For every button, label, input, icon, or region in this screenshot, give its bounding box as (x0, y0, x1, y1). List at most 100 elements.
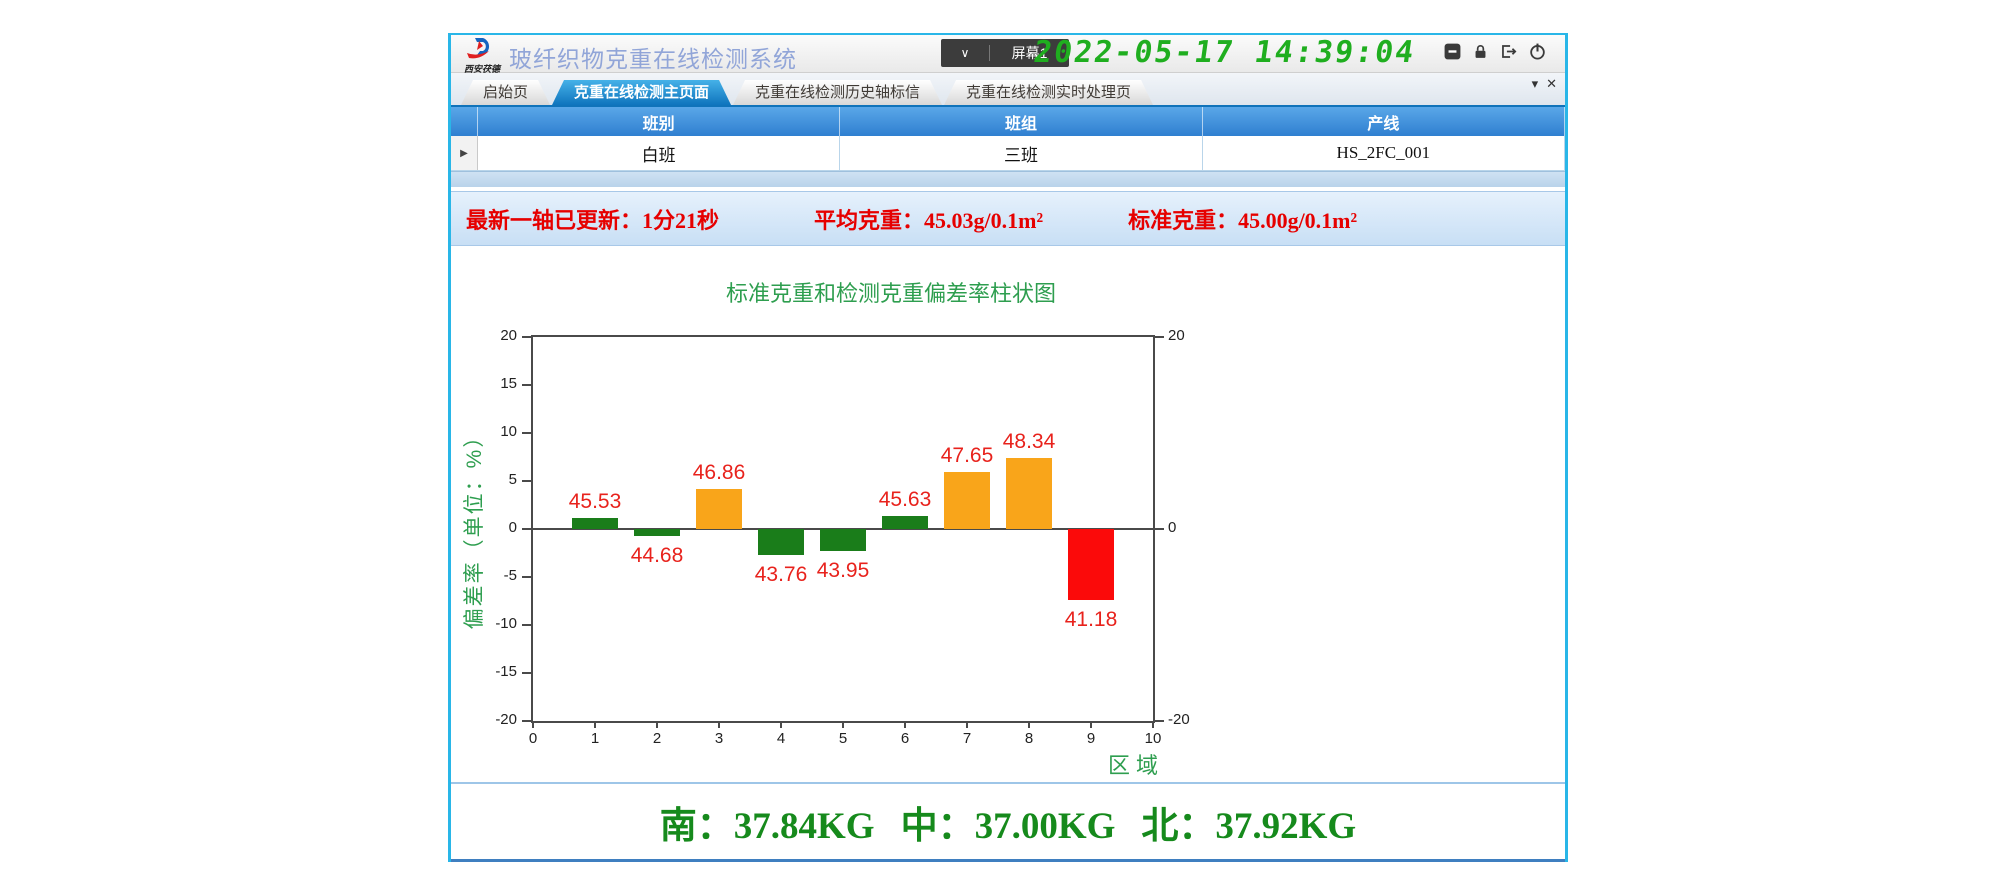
column-header-shift: 班别 (478, 107, 840, 136)
x-tick (1028, 721, 1030, 728)
x-tick-label: 2 (642, 730, 672, 747)
grid-header: 班别 班组 产线 (451, 107, 1565, 136)
y-tick-left (522, 480, 531, 482)
tab-realtime-page[interactable]: 克重在线检测实时处理页 (944, 80, 1153, 105)
status-standard-weight: 标准克重：45.00g/0.1m² (1128, 203, 1357, 235)
tab-start-page[interactable]: 启始页 (461, 80, 550, 105)
bar-chart-plot: 20151050-5-10-15-20200-2001234567891045.… (531, 335, 1155, 723)
x-tick (966, 721, 968, 728)
x-tick (780, 721, 782, 728)
company-logo-icon: 西安茯德 (459, 37, 505, 75)
row-selector-icon[interactable]: ▶ (451, 136, 478, 170)
y-tick-right (1155, 720, 1164, 722)
roll-weight-footer: 南：37.84KG 中：37.00KG 北：37.92KG (451, 782, 1565, 862)
grid-corner-cell (451, 107, 478, 136)
x-tick-label: 9 (1076, 730, 1106, 747)
bar-value-label: 45.53 (550, 490, 640, 514)
tab-dropdown-icon[interactable]: ▾ (1532, 76, 1539, 92)
y-tick-label-left: 0 (477, 519, 517, 536)
table-row[interactable]: ▶ 白班 三班 HS_2FC_001 (451, 136, 1565, 171)
y-tick-left (522, 384, 531, 386)
y-tick-label-left: 10 (477, 423, 517, 440)
column-header-team: 班组 (840, 107, 1202, 136)
cell-line: HS_2FC_001 (1203, 136, 1565, 170)
deviation-bar (696, 489, 742, 529)
y-tick-label-left: -15 (477, 663, 517, 680)
footer-north-weight: 北：37.92KG (1141, 795, 1356, 849)
bar-value-label: 45.63 (860, 488, 950, 512)
deviation-bar (1068, 529, 1114, 600)
column-header-line: 产线 (1203, 107, 1565, 136)
x-tick-label: 3 (704, 730, 734, 747)
footer-middle-weight: 中：37.00KG (901, 795, 1116, 849)
tab-bar: 启始页 克重在线检测主页面 克重在线检测历史轴标信 克重在线检测实时处理页 ▾ … (451, 73, 1565, 107)
x-tick-label: 8 (1014, 730, 1044, 747)
deviation-bar (820, 529, 866, 551)
title-bar: 西安茯德 玻纤织物克重在线检测系统 ∨ 屏幕1 2022-05-17 14:39… (451, 35, 1565, 73)
deviation-bar (634, 529, 680, 536)
x-tick-label: 0 (518, 730, 548, 747)
y-tick-left (522, 672, 531, 674)
x-tick (1090, 721, 1092, 728)
power-icon[interactable] (1528, 42, 1547, 61)
app-title: 玻纤织物克重在线检测系统 (509, 40, 797, 74)
y-tick-left (522, 576, 531, 578)
y-tick-label-right: 20 (1168, 327, 1208, 344)
y-tick-label-left: 15 (477, 375, 517, 392)
y-tick-label-right: 0 (1168, 519, 1208, 536)
app-window: 西安茯德 玻纤织物克重在线检测系统 ∨ 屏幕1 2022-05-17 14:39… (448, 33, 1568, 862)
deviation-bar (944, 472, 990, 529)
x-tick (904, 721, 906, 728)
x-tick (656, 721, 658, 728)
tab-close-icon[interactable]: ✕ (1546, 76, 1557, 92)
minimize-icon[interactable] (1443, 42, 1462, 61)
x-tick (532, 721, 534, 728)
window-controls (1443, 42, 1547, 61)
status-last-update: 最新一轴已更新：1分21秒 (466, 203, 719, 235)
cell-team: 三班 (840, 136, 1202, 170)
x-tick (718, 721, 720, 728)
y-tick-left (522, 624, 531, 626)
x-tick-label: 6 (890, 730, 920, 747)
grid-bottom-strip (451, 171, 1565, 187)
x-tick-label: 5 (828, 730, 858, 747)
digital-clock: 2022-05-17 14:39:04 (1031, 35, 1417, 70)
tab-main-page[interactable]: 克重在线检测主页面 (552, 80, 731, 105)
y-tick-right (1155, 336, 1164, 338)
x-tick-label: 1 (580, 730, 610, 747)
y-tick-left (522, 528, 531, 530)
deviation-bar (572, 518, 618, 529)
deviation-bar (882, 516, 928, 529)
x-tick-label: 4 (766, 730, 796, 747)
y-tick-left (522, 336, 531, 338)
deviation-chart-panel: 标准克重和检测克重偏差率柱状图 偏差率（单位：%） 20151050-5-10-… (451, 250, 1565, 782)
footer-south-weight: 南：37.84KG (660, 795, 875, 849)
shift-grid: 班别 班组 产线 ▶ 白班 三班 HS_2FC_001 (451, 107, 1565, 187)
chevron-down-icon[interactable]: ∨ (941, 46, 989, 60)
y-tick-label-left: -10 (477, 615, 517, 632)
y-tick-label-right: -20 (1168, 711, 1208, 728)
x-tick-label: 7 (952, 730, 982, 747)
bar-value-label: 48.34 (984, 430, 1074, 454)
y-tick-left (522, 432, 531, 434)
x-axis-title: 区域 (1108, 748, 1164, 780)
x-tick (1152, 721, 1154, 728)
chart-title: 标准克重和检测克重偏差率柱状图 (701, 276, 1081, 308)
y-tick-label-left: -20 (477, 711, 517, 728)
tab-history-axis[interactable]: 克重在线检测历史轴标信 (733, 80, 942, 105)
logout-icon[interactable] (1499, 42, 1518, 61)
bar-value-label: 46.86 (674, 461, 764, 485)
bar-value-label: 44.68 (612, 544, 702, 568)
y-tick-label-left: -5 (477, 567, 517, 584)
x-tick-label: 10 (1138, 730, 1168, 747)
status-average-weight: 平均克重：45.03g/0.1m² (814, 203, 1043, 235)
bar-value-label: 43.95 (798, 559, 888, 583)
y-tick-label-left: 20 (477, 327, 517, 344)
deviation-bar (1006, 458, 1052, 529)
y-tick-left (522, 720, 531, 722)
y-tick-label-left: 5 (477, 471, 517, 488)
lock-icon[interactable] (1472, 42, 1489, 61)
y-tick-right (1155, 528, 1164, 530)
status-band: 最新一轴已更新：1分21秒 平均克重：45.03g/0.1m² 标准克重：45.… (451, 191, 1565, 246)
bar-value-label: 41.18 (1046, 608, 1136, 632)
